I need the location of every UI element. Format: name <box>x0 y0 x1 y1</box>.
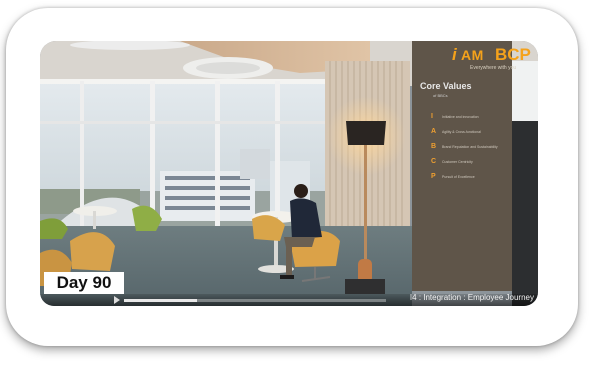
core-value-text: Customer Centricity <box>442 160 473 164</box>
video-player[interactable]: i AM BCP Everywhere with you Core Values… <box>40 41 538 306</box>
core-value-letter: P <box>431 173 436 180</box>
video-card: i AM BCP Everywhere with you Core Values… <box>6 8 578 346</box>
brand-logo-bcp: BCP <box>495 45 531 64</box>
play-icon[interactable] <box>114 296 120 304</box>
core-value-text: Pursuit of Excellence <box>442 175 475 179</box>
core-values-subtitle: of BBCs <box>433 93 448 98</box>
core-values-title: Core Values <box>420 81 472 91</box>
core-value-letter: B <box>431 143 437 150</box>
progress-bar-fill <box>124 299 198 302</box>
core-value-letter: A <box>431 128 437 135</box>
chapter-title: I4 : Integration : Employee Journey <box>409 293 534 302</box>
brand-logo-i: i <box>452 45 457 64</box>
day-counter-label: Day 90 <box>44 272 124 294</box>
core-value-letter: I <box>431 113 433 120</box>
core-value-text: Initiative and innovation <box>442 115 479 119</box>
core-value-letter: C <box>431 158 437 165</box>
core-value-text: Agility & Cross-functional <box>442 130 481 134</box>
brand-tagline: Everywhere with you <box>470 65 517 71</box>
progress-bar[interactable] <box>124 299 386 302</box>
brand-logo: i AM BCP Everywhere with you <box>448 43 538 73</box>
core-value-text: Brand Reputation and Sustainability <box>442 145 498 149</box>
brand-logo-am: AM <box>461 47 484 63</box>
